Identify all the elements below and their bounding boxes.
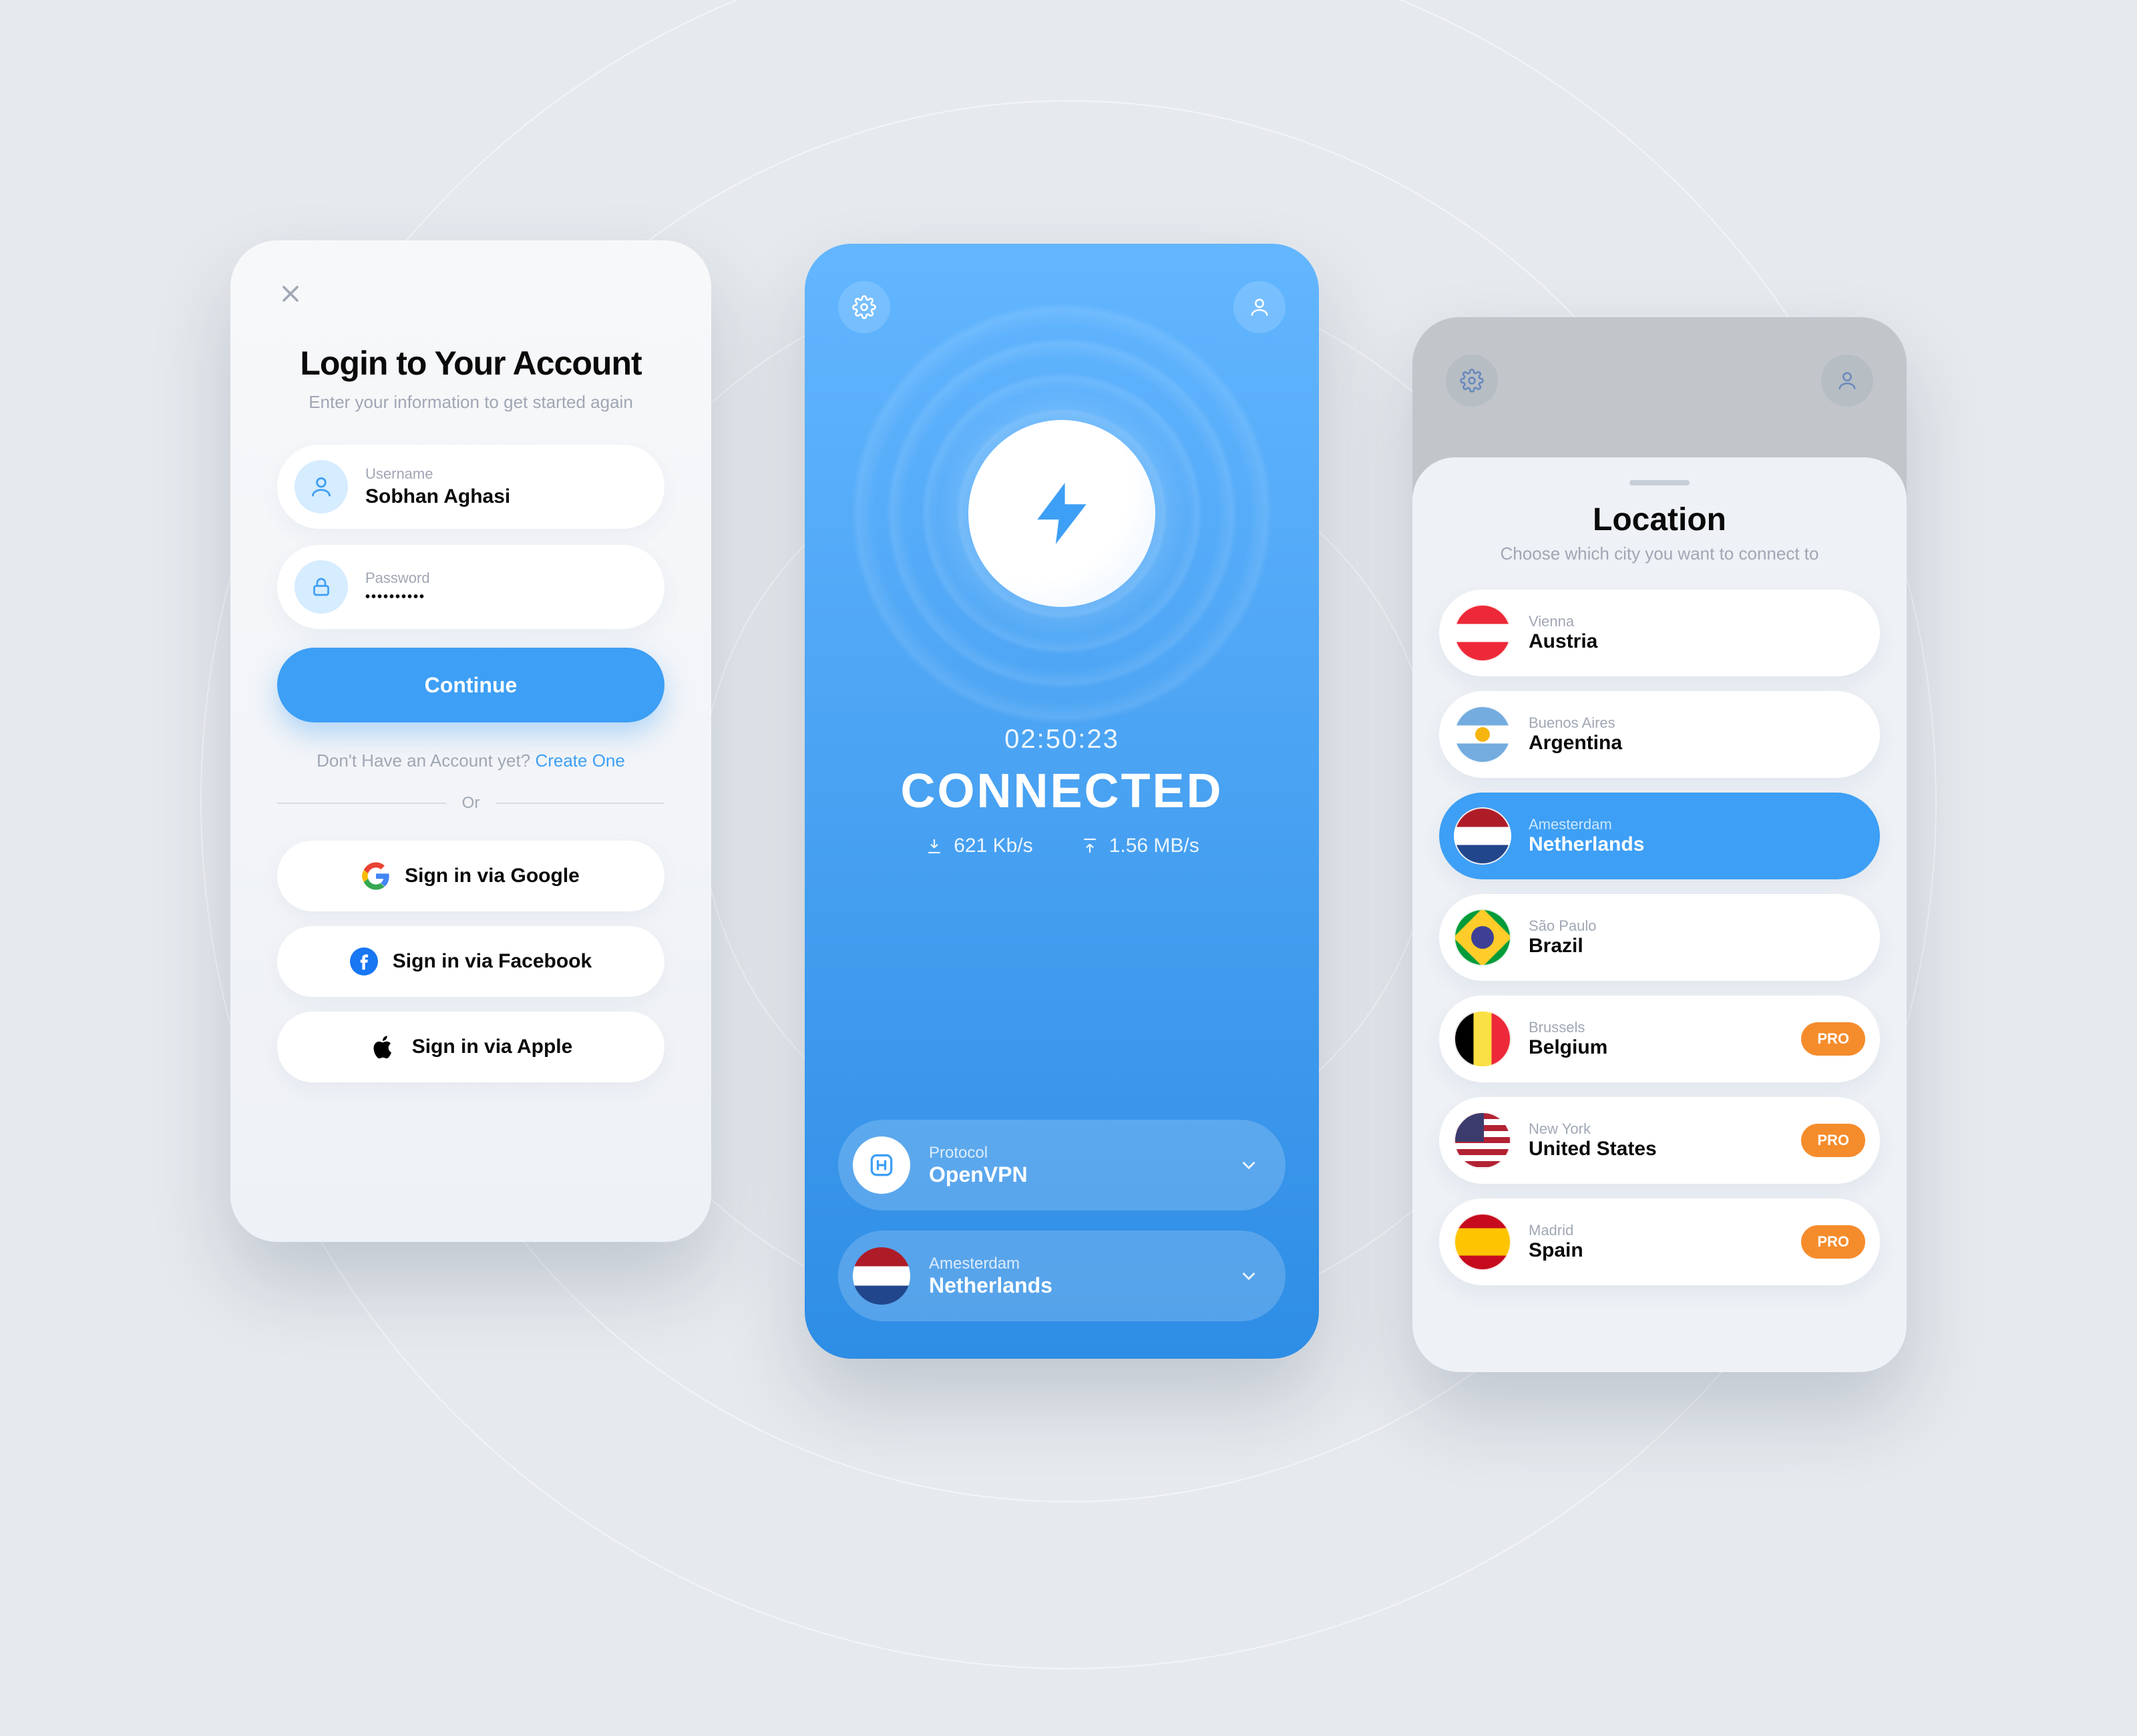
password-value: ••••••••••: [365, 590, 430, 605]
download-stat: 621 Kb/s: [924, 835, 1032, 857]
username-label: Username: [365, 465, 510, 483]
location-item-brazil[interactable]: São PauloBrazil: [1439, 894, 1880, 981]
facebook-signin-button[interactable]: Sign in via Facebook: [277, 926, 664, 997]
user-icon: [1248, 296, 1271, 318]
pro-badge: PRO: [1801, 1225, 1865, 1259]
password-label: Password: [365, 570, 430, 587]
speed-stats: 621 Kb/s 1.56 MB/s: [838, 835, 1286, 857]
location-country: Austria: [1529, 630, 1597, 653]
location-city: Buenos Aires: [1529, 714, 1622, 732]
location-item-argentina[interactable]: Buenos AiresArgentina: [1439, 691, 1880, 778]
apple-signin-button[interactable]: Sign in via Apple: [277, 1012, 664, 1082]
location-city: Brussels: [1529, 1019, 1607, 1036]
pro-badge: PRO: [1801, 1124, 1865, 1157]
connection-status: CONNECTED: [838, 764, 1286, 819]
pro-badge: PRO: [1801, 1022, 1865, 1056]
or-divider: Or: [277, 794, 664, 813]
download-icon: [924, 836, 944, 856]
location-selector[interactable]: Amesterdam Netherlands: [838, 1231, 1286, 1321]
settings-button[interactable]: [1446, 355, 1498, 407]
location-city: Madrid: [1529, 1222, 1583, 1239]
location-country: Argentina: [1529, 732, 1622, 754]
location-title: Location: [1439, 501, 1880, 538]
location-city: Vienna: [1529, 613, 1597, 630]
username-field[interactable]: Username Sobhan Aghasi: [277, 445, 664, 529]
chevron-down-icon: [1237, 1154, 1260, 1176]
bolt-icon: [1025, 477, 1099, 550]
username-value: Sobhan Aghasi: [365, 485, 510, 508]
location-country: Brazil: [1529, 935, 1597, 957]
profile-button[interactable]: [1233, 281, 1286, 333]
create-account-text: Don't Have an Account yet?: [317, 750, 535, 771]
location-city: São Paulo: [1529, 917, 1597, 935]
apple-icon: [369, 1033, 397, 1061]
austria-flag-icon: [1454, 604, 1511, 662]
google-signin-label: Sign in via Google: [405, 865, 580, 887]
protocol-selector[interactable]: Protocol OpenVPN: [838, 1120, 1286, 1211]
location-country: Belgium: [1529, 1036, 1607, 1059]
protocol-value: OpenVPN: [929, 1162, 1028, 1187]
argentina-flag-icon: [1454, 706, 1511, 763]
location-country: Netherlands: [1529, 833, 1644, 856]
power-indicator: [838, 340, 1286, 687]
user-icon: [1836, 369, 1859, 392]
location-item-us[interactable]: New YorkUnited States PRO: [1439, 1097, 1880, 1184]
download-value: 621 Kb/s: [954, 835, 1032, 857]
apple-signin-label: Sign in via Apple: [412, 1036, 573, 1058]
connection-timer: 02:50:23: [838, 724, 1286, 754]
location-city: Amesterdam: [1529, 816, 1644, 833]
protocol-label: Protocol: [929, 1144, 1028, 1162]
location-country: United States: [1529, 1138, 1657, 1160]
create-account-link[interactable]: Create One: [535, 750, 624, 771]
google-signin-button[interactable]: Sign in via Google: [277, 841, 664, 911]
password-field[interactable]: Password ••••••••••: [277, 545, 664, 629]
gear-icon: [1460, 369, 1484, 393]
brazil-flag-icon: [1454, 909, 1511, 966]
power-button[interactable]: [968, 420, 1155, 607]
location-sheet: Location Choose which city you want to c…: [1412, 457, 1907, 1372]
location-country: Netherlands: [929, 1273, 1052, 1298]
close-icon[interactable]: [277, 280, 304, 307]
location-city: Amesterdam: [929, 1255, 1052, 1273]
netherlands-flag-icon: [1454, 807, 1511, 865]
profile-button[interactable]: [1821, 355, 1873, 407]
location-list: ViennaAustria Buenos AiresArgentina Ameste…: [1439, 590, 1880, 1285]
create-account-row: Don't Have an Account yet? Create One: [277, 750, 664, 771]
google-icon: [362, 862, 390, 890]
login-title: Login to Your Account: [277, 344, 664, 383]
spain-flag-icon: [1454, 1213, 1511, 1271]
user-icon: [295, 460, 348, 513]
upload-stat: 1.56 MB/s: [1080, 835, 1199, 857]
protocol-icon: [853, 1136, 910, 1194]
location-item-austria[interactable]: ViennaAustria: [1439, 590, 1880, 676]
belgium-flag-icon: [1454, 1010, 1511, 1068]
sheet-handle[interactable]: [1629, 480, 1690, 485]
chevron-down-icon: [1237, 1265, 1260, 1287]
connected-screen: 02:50:23 CONNECTED 621 Kb/s 1.56 MB/s Pr…: [805, 244, 1319, 1359]
gear-icon: [852, 295, 876, 319]
location-subtitle: Choose which city you want to connect to: [1439, 544, 1880, 564]
login-screen: Login to Your Account Enter your informa…: [230, 240, 711, 1242]
lock-icon: [295, 560, 348, 614]
location-item-netherlands[interactable]: AmesterdamNetherlands: [1439, 793, 1880, 879]
login-subtitle: Enter your information to get started ag…: [277, 392, 664, 413]
facebook-signin-label: Sign in via Facebook: [393, 950, 592, 973]
location-item-belgium[interactable]: BrusselsBelgium PRO: [1439, 996, 1880, 1082]
upload-value: 1.56 MB/s: [1109, 835, 1199, 857]
continue-button[interactable]: Continue: [277, 648, 664, 722]
facebook-icon: [350, 947, 378, 975]
us-flag-icon: [1454, 1112, 1511, 1169]
location-screen: Location Choose which city you want to c…: [1412, 317, 1907, 1372]
netherlands-flag-icon: [853, 1247, 910, 1305]
location-item-spain[interactable]: MadridSpain PRO: [1439, 1199, 1880, 1285]
upload-icon: [1080, 836, 1100, 856]
settings-button[interactable]: [838, 281, 890, 333]
location-country: Spain: [1529, 1239, 1583, 1262]
location-city: New York: [1529, 1120, 1657, 1138]
